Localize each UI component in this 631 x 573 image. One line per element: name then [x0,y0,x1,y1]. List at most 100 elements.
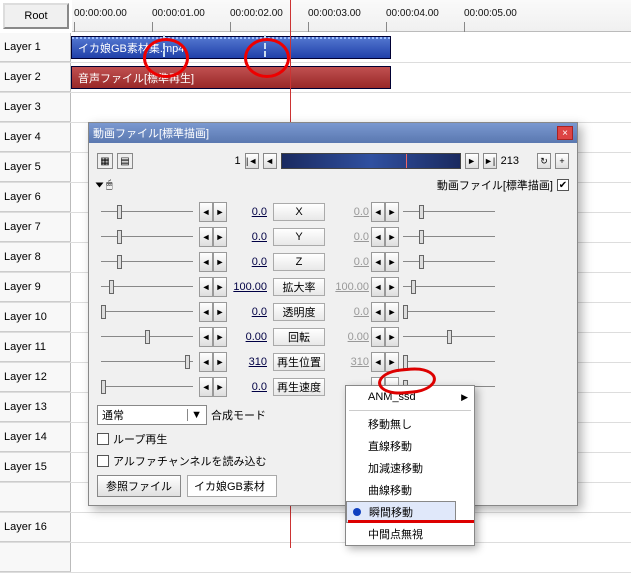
filter-icon[interactable]: ▤ [117,153,133,169]
layer-label[interactable]: Layer 4 [0,123,71,152]
spin-up-icon[interactable]: ► [385,277,399,297]
keyframe-marker[interactable] [264,35,266,57]
param-slider-right[interactable] [399,351,499,373]
spin-up-icon[interactable]: ► [385,227,399,247]
audio-clip[interactable]: 音声ファイル[標準再生] [71,66,391,89]
spin-down-icon[interactable]: ◄ [199,352,213,372]
param-slider-right[interactable] [399,276,499,298]
layer-label[interactable]: Layer 8 [0,243,71,272]
param-value-right[interactable]: 100.00 [329,281,371,293]
param-name-button[interactable]: 透明度 [273,303,325,321]
spin-down-icon[interactable]: ◄ [199,202,213,222]
param-slider-right[interactable] [399,301,499,323]
spin-down-icon[interactable]: ◄ [199,327,213,347]
spin-up-icon[interactable]: ► [385,327,399,347]
param-value-right[interactable]: 310 [329,356,371,368]
spin-down-icon[interactable]: ◄ [199,252,213,272]
spin-up-icon[interactable]: ► [213,327,227,347]
blend-mode-select[interactable]: 通常 ▼ [97,405,207,425]
menu-item[interactable]: 加減速移動 [346,457,474,479]
reference-file-button[interactable]: 参照ファイル [97,475,181,497]
param-name-button[interactable]: 拡大率 [273,278,325,296]
loop-checkbox[interactable] [97,433,109,445]
spin-up-icon[interactable]: ► [213,202,227,222]
spin-up-icon[interactable]: ► [213,377,227,397]
param-value-right[interactable]: 0.0 [329,231,371,243]
param-slider-left[interactable] [97,276,197,298]
param-slider-left[interactable] [97,301,197,323]
param-value-left[interactable]: 0.0 [227,381,269,393]
spin-up-icon[interactable]: ► [385,202,399,222]
param-name-button[interactable]: Y [273,228,325,246]
menu-item[interactable]: 瞬間移動 [346,501,456,523]
keyframe-marker[interactable] [163,35,165,57]
layer-label[interactable]: Layer 3 [0,93,71,122]
param-value-left[interactable]: 0.0 [227,206,269,218]
layer-label[interactable]: Layer 16 [0,513,71,542]
param-name-button[interactable]: 回転 [273,328,325,346]
alpha-checkbox[interactable] [97,455,109,467]
seek-prev-icon[interactable]: ◄ [263,153,277,169]
layer-track[interactable]: 音声ファイル[標準再生] [71,63,631,92]
spin-down-icon[interactable]: ◄ [199,277,213,297]
spin-up-icon[interactable]: ► [385,352,399,372]
param-slider-left[interactable] [97,251,197,273]
layer-label[interactable] [0,543,71,572]
layer-label[interactable]: Layer 11 [0,333,71,362]
seek-last-icon[interactable]: ►| [483,153,497,169]
layer-label[interactable]: Layer 6 [0,183,71,212]
param-value-right[interactable]: 0.0 [329,306,371,318]
layer-label[interactable]: Layer 12 [0,363,71,392]
param-value-left[interactable]: 0.00 [227,331,269,343]
layer-label[interactable]: Layer 14 [0,423,71,452]
param-name-button[interactable]: 再生速度 [273,378,325,396]
spin-down-icon[interactable]: ◄ [371,252,385,272]
video-clip[interactable]: イカ娘GB素材集.mp4 [71,36,391,59]
param-value-left[interactable]: 0.0 [227,256,269,268]
dialog-titlebar[interactable]: 動画ファイル[標準描画] × [89,123,577,143]
root-button[interactable]: Root [3,3,69,29]
param-slider-left[interactable] [97,226,197,248]
layer-track[interactable] [71,93,631,122]
spin-up-icon[interactable]: ► [385,252,399,272]
layer-label[interactable] [0,483,71,512]
spin-down-icon[interactable]: ◄ [199,227,213,247]
spin-down-icon[interactable]: ◄ [371,202,385,222]
menu-item[interactable]: 曲線移動 [346,479,474,501]
spin-up-icon[interactable]: ► [213,227,227,247]
param-value-right[interactable]: 0.00 [329,331,371,343]
collapse-icon[interactable] [96,183,104,188]
menu-item[interactable]: 中間点無視 [346,523,474,545]
menu-item[interactable]: 移動無し [346,413,474,435]
param-value-left[interactable]: 0.0 [227,231,269,243]
layer-label[interactable]: Layer 1 [0,33,71,62]
param-value-left[interactable]: 310 [227,356,269,368]
param-slider-left[interactable] [97,326,197,348]
param-value-left[interactable]: 0.0 [227,306,269,318]
layer-label[interactable]: Layer 15 [0,453,71,482]
param-name-button[interactable]: 再生位置 [273,353,325,371]
menu-item[interactable]: ANM_ssd▶ [346,386,474,408]
param-value-right[interactable]: 0.0 [329,206,371,218]
param-slider-right[interactable] [399,201,499,223]
param-value-right[interactable]: 0.0 [329,256,371,268]
type-checkbox[interactable]: ✔ [557,179,569,191]
seek-first-icon[interactable]: |◄ [245,153,259,169]
param-slider-left[interactable] [97,351,197,373]
param-value-left[interactable]: 100.00 [227,281,269,293]
layer-label[interactable]: Layer 2 [0,63,71,92]
menu-item[interactable]: 直線移動 [346,435,474,457]
layer-label[interactable]: Layer 9 [0,273,71,302]
layer-label[interactable]: Layer 10 [0,303,71,332]
spin-up-icon[interactable]: ► [213,252,227,272]
param-slider-left[interactable] [97,376,197,398]
layer-label[interactable]: Layer 5 [0,153,71,182]
spin-down-icon[interactable]: ◄ [199,302,213,322]
add-icon[interactable]: + [555,153,569,169]
param-name-button[interactable]: X [273,203,325,221]
param-slider-right[interactable] [399,226,499,248]
layer-track[interactable] [71,543,631,572]
spin-up-icon[interactable]: ► [213,277,227,297]
layer-label[interactable]: Layer 7 [0,213,71,242]
spin-up-icon[interactable]: ► [213,352,227,372]
